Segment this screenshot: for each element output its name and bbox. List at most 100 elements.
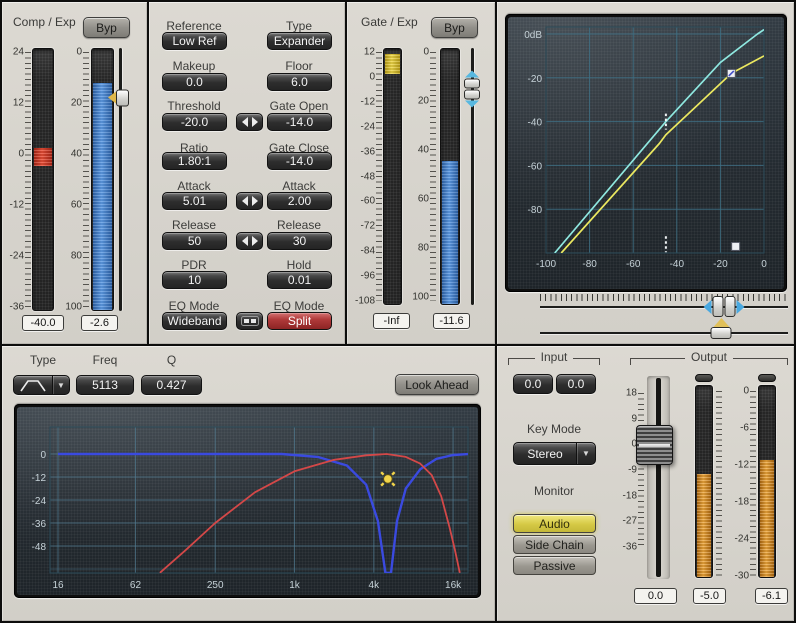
param-value-hold-right[interactable]: 0.01 bbox=[267, 271, 332, 289]
param-value-eq-mode-right[interactable]: Split bbox=[267, 312, 332, 330]
comp-level-readout[interactable]: -2.6 bbox=[81, 315, 118, 331]
controls-grid: ReferenceLow RefTypeExpanderMakeup0.0Flo… bbox=[149, 2, 345, 344]
param-label-release-right: Release bbox=[257, 218, 341, 232]
gate-exp-curve bbox=[555, 30, 764, 253]
scale-tick-label: -18 bbox=[623, 490, 637, 501]
gate-level-readout[interactable]: -Inf bbox=[373, 313, 410, 329]
scale-tick-label: -36 bbox=[10, 302, 24, 313]
monitor-button-side-chain[interactable]: Side Chain bbox=[513, 535, 596, 554]
param-value-floor-right[interactable]: 6.0 bbox=[267, 73, 332, 91]
x-axis-tick-label: 250 bbox=[207, 580, 224, 591]
output-group-label: Output bbox=[685, 350, 733, 364]
x-axis-tick-label: -100 bbox=[536, 259, 556, 270]
sidechain-eq-panel: Type ▼ Freq 5113 Q 0.427 Look Ahead 1662… bbox=[2, 346, 495, 621]
y-axis-tick-label: -60 bbox=[528, 161, 543, 172]
slider-grip-upper[interactable] bbox=[464, 79, 480, 89]
gate-range-meter-scale: 020406080100 bbox=[405, 52, 429, 297]
param-value-makeup-left[interactable]: 0.0 bbox=[162, 73, 227, 91]
gate-range-readout[interactable]: -11.6 bbox=[433, 313, 470, 329]
output-fader-scale: 1890-9-18-27-36 bbox=[613, 393, 637, 547]
comp-threshold-slider-handle[interactable] bbox=[108, 89, 129, 106]
link-arrows-button[interactable] bbox=[236, 232, 263, 250]
param-value-reference-left[interactable]: Low Ref bbox=[162, 32, 227, 50]
eq-response-plot[interactable]: 16622501k4k16k0-12-24-36-48 bbox=[17, 407, 478, 595]
param-value-type-right[interactable]: Expander bbox=[267, 32, 332, 50]
eq-mode-link-button[interactable] bbox=[236, 312, 263, 330]
scale-tick-label: -96 bbox=[361, 271, 375, 282]
input-gain-left-value[interactable]: 0.0 bbox=[513, 374, 553, 394]
transfer-curve-plot[interactable]: -100-80-60-40-2000dB-20-40-60-80 bbox=[508, 17, 784, 289]
link-arrows-button[interactable] bbox=[236, 113, 263, 131]
freq-handle[interactable] bbox=[384, 475, 393, 484]
monitor-button-passive[interactable]: Passive bbox=[513, 556, 596, 575]
graph-slider1-track[interactable] bbox=[540, 306, 788, 308]
scale-tick-label: 12 bbox=[13, 98, 24, 109]
eq-type-dropdown[interactable]: ▼ bbox=[13, 375, 70, 395]
link-arrows-icon bbox=[240, 116, 260, 128]
y-axis-tick-label: -24 bbox=[32, 496, 47, 507]
output-meter-right-readout[interactable]: -6.1 bbox=[755, 588, 788, 604]
input-gain-right-value[interactable]: 0.0 bbox=[556, 374, 596, 394]
scale-tick-label: 0 bbox=[369, 71, 375, 82]
x-axis-tick-label: -40 bbox=[670, 259, 685, 270]
scale-tick-label: 100 bbox=[412, 292, 429, 303]
slider-arrow-right-icon bbox=[736, 300, 744, 314]
param-label-threshold: Threshold bbox=[152, 99, 236, 113]
x-axis-tick-label: 0 bbox=[761, 259, 767, 270]
param-value-pdr-left[interactable]: 10 bbox=[162, 271, 227, 289]
graph-slider2-handle[interactable] bbox=[711, 318, 732, 339]
output-fader-handle[interactable] bbox=[636, 425, 673, 465]
output-fader-readout[interactable]: 0.0 bbox=[634, 588, 677, 604]
chevron-down-icon[interactable]: ▼ bbox=[576, 443, 595, 464]
output-meter-left bbox=[695, 385, 713, 578]
param-value-release-left[interactable]: 50 bbox=[162, 232, 227, 250]
slider-grip[interactable] bbox=[711, 327, 732, 339]
marker-ray-icon bbox=[381, 483, 383, 485]
slider-grip-lower[interactable] bbox=[464, 90, 480, 100]
threshold-slider-ruler bbox=[540, 294, 788, 301]
param-value-attack-right[interactable]: 2.00 bbox=[267, 192, 332, 210]
link-arrows-button[interactable] bbox=[236, 192, 263, 210]
y-axis-tick-label: -20 bbox=[528, 74, 543, 85]
param-label-gate-open-right: Gate Open bbox=[257, 99, 341, 113]
param-value-attack-left[interactable]: 5.01 bbox=[162, 192, 227, 210]
output-fader-track[interactable] bbox=[656, 378, 661, 577]
output-fader-ticks bbox=[638, 393, 644, 547]
range-bottom-marker[interactable] bbox=[732, 242, 740, 250]
slider-grip-left[interactable] bbox=[712, 296, 723, 317]
transfer-screen-bezel: -100-80-60-40-2000dB-20-40-60-80 bbox=[505, 14, 787, 292]
param-label-eq-mode: EQ Mode bbox=[152, 299, 236, 313]
comp-level-meter-ticks bbox=[83, 52, 89, 307]
look-ahead-button[interactable]: Look Ahead bbox=[395, 374, 479, 395]
eq-freq-value[interactable]: 5113 bbox=[76, 375, 134, 395]
gate-level-meter bbox=[383, 48, 402, 305]
param-value-eq-mode-left[interactable]: Wideband bbox=[162, 312, 227, 330]
comp-gr-meter-scale: 24120-12-24-36 bbox=[2, 52, 24, 307]
param-label-eq-mode-right: EQ Mode bbox=[257, 299, 341, 313]
scale-tick-label: -30 bbox=[735, 571, 749, 582]
param-value-threshold-left[interactable]: -20.0 bbox=[162, 113, 227, 131]
transfer-graph-panel: -100-80-60-40-2000dB-20-40-60-80 bbox=[497, 2, 794, 344]
dynamics-plugin-window: Comp / Exp Byp 24120-12-24-36 0204060801… bbox=[0, 0, 796, 623]
comp-bypass-button[interactable]: Byp bbox=[83, 17, 130, 38]
gate-bypass-button[interactable]: Byp bbox=[431, 17, 478, 38]
param-value-gate-open-right[interactable]: -14.0 bbox=[267, 113, 332, 131]
param-value-ratio-left[interactable]: 1.80:1 bbox=[162, 152, 227, 170]
monitor-button-audio[interactable]: Audio bbox=[513, 514, 596, 533]
param-value-release-right[interactable]: 30 bbox=[267, 232, 332, 250]
key-mode-dropdown[interactable]: Stereo ▼ bbox=[513, 442, 596, 465]
gate-range-slider-handle[interactable] bbox=[464, 71, 480, 108]
chevron-down-icon[interactable]: ▼ bbox=[52, 376, 69, 394]
comp-gr-readout[interactable]: -40.0 bbox=[22, 315, 64, 331]
graph-slider2-track[interactable] bbox=[540, 332, 788, 334]
param-value-gate-close-right[interactable]: -14.0 bbox=[267, 152, 332, 170]
scale-tick-label: -18 bbox=[735, 497, 749, 508]
slider-grip[interactable] bbox=[116, 89, 129, 106]
slider-grip-right[interactable] bbox=[724, 296, 735, 317]
comp-level-meter-scale: 020406080100 bbox=[58, 52, 82, 307]
eq-q-value[interactable]: 0.427 bbox=[141, 375, 202, 395]
gate-range-meter-ticks bbox=[430, 52, 436, 301]
output-meter-left-readout[interactable]: -5.0 bbox=[693, 588, 726, 604]
comp-gr-meter-ticks bbox=[25, 52, 31, 307]
graph-slider1-handle[interactable] bbox=[703, 296, 744, 317]
